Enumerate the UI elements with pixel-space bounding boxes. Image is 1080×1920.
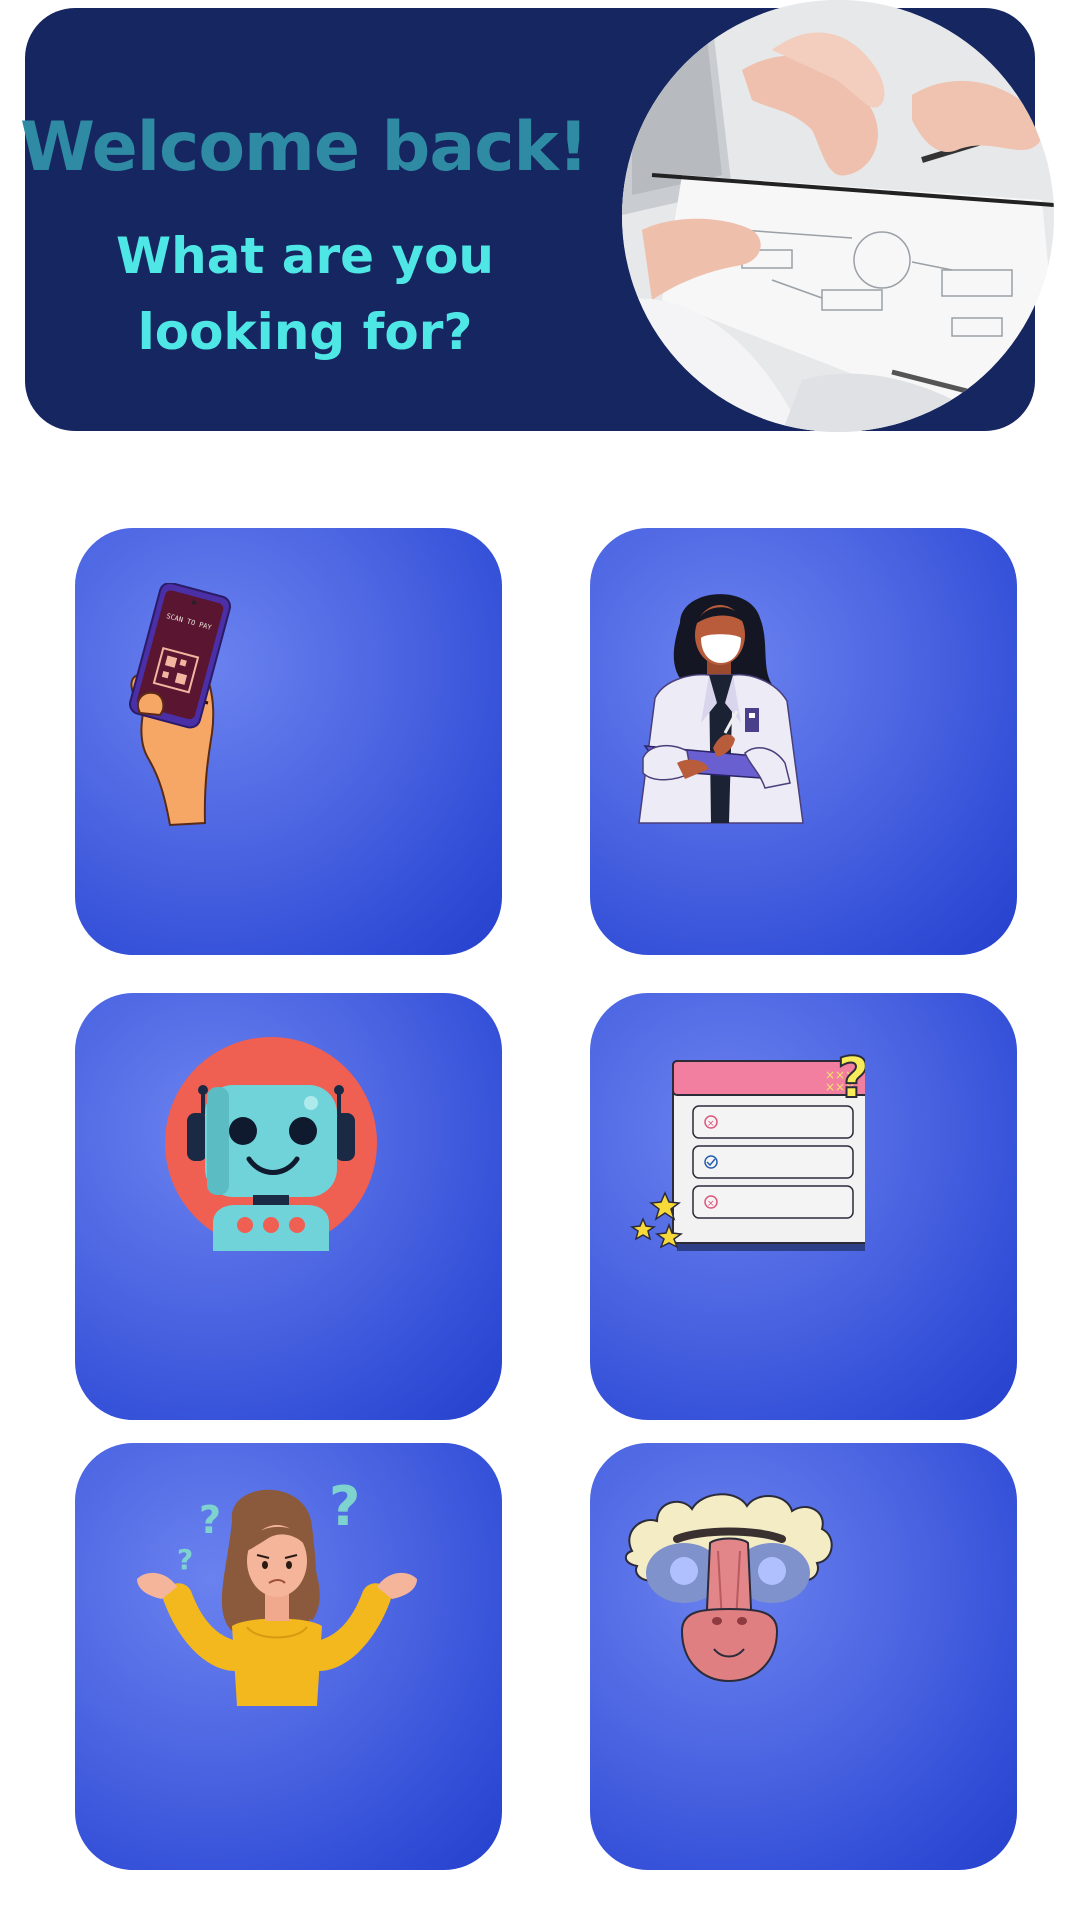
robot-tile[interactable] — [75, 993, 502, 1420]
svg-text:×: × — [707, 1119, 715, 1129]
confused-woman-icon: ? ? ? — [137, 1475, 417, 1706]
doctor-tile[interactable] — [590, 528, 1017, 955]
baboon-mask-tile[interactable] — [590, 1443, 1017, 1870]
baboon-mask-icon — [624, 1493, 833, 1683]
robot-icon — [165, 1037, 377, 1251]
svg-text:?: ? — [837, 1046, 865, 1111]
svg-text:?: ? — [177, 1543, 193, 1576]
scan-to-pay-phone-icon: SCAN TO PAY — [129, 583, 232, 827]
checklist-icon: ××× ××× ? × × — [629, 1045, 865, 1251]
page-subtitle: What are you looking for? — [115, 227, 495, 361]
home-screen: Welcome back! What are you looking for? — [0, 0, 1080, 1920]
svg-text:?: ? — [199, 1498, 221, 1542]
page-title: Welcome back! — [20, 108, 589, 187]
scan-to-pay-tile[interactable]: SCAN TO PAY — [75, 528, 502, 955]
confused-woman-tile[interactable]: ? ? ? — [75, 1443, 502, 1870]
doctor-icon — [638, 594, 804, 824]
svg-text:×: × — [707, 1199, 715, 1209]
svg-text:?: ? — [329, 1475, 360, 1538]
checklist-tile[interactable]: ××× ××× ? × × — [590, 993, 1017, 1420]
hands-reviewing-document-photo — [622, 0, 1054, 432]
